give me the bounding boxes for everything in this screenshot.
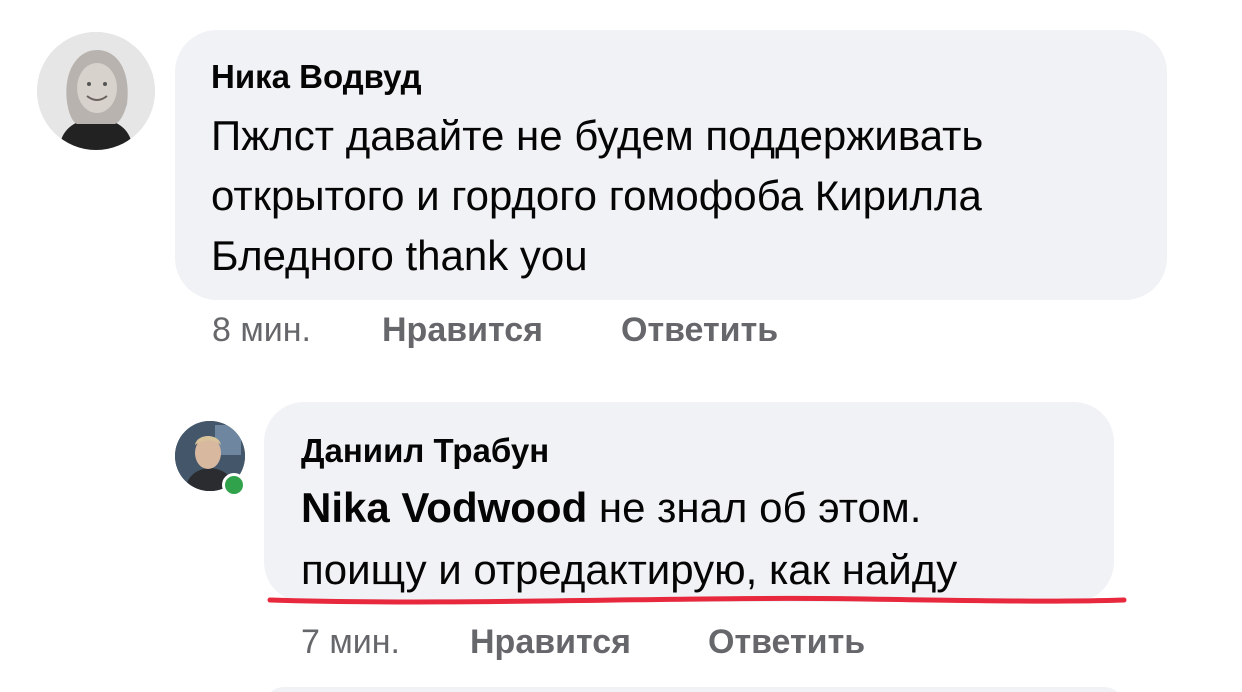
comment-text-line: Nika Vodwood не знал об этом.: [301, 484, 921, 532]
comment-text-line: открытого и гордого гомофоба Кирилла: [211, 172, 982, 219]
red-underline-annotation: [267, 595, 1127, 605]
comment-author[interactable]: Ника Водвуд: [211, 58, 422, 96]
like-button[interactable]: Нравится: [470, 623, 631, 662]
avatar[interactable]: [37, 32, 155, 150]
comment-thread: Ника Водвуд Пжлст давайте не будем подде…: [0, 0, 1242, 692]
comment-text-line: поищу и отредактирую, как найду: [301, 546, 958, 593]
online-status-dot: [222, 473, 246, 497]
comment-text: не знал об этом.: [587, 484, 922, 531]
avatar-photo-icon: [37, 32, 155, 150]
comment-timestamp[interactable]: 8 мин.: [212, 311, 311, 350]
comment-text-line: Бледного thank you: [211, 232, 588, 279]
comment-text-line: Пжлст давайте не будем поддерживать: [211, 112, 984, 159]
next-comment-bubble-edge: [264, 687, 1124, 692]
like-button[interactable]: Нравится: [382, 311, 543, 350]
reply-button[interactable]: Ответить: [708, 623, 865, 662]
comment-timestamp[interactable]: 7 мин.: [301, 623, 400, 662]
reply-button[interactable]: Ответить: [621, 311, 778, 350]
mention-link[interactable]: Nika Vodwood: [301, 484, 587, 531]
comment-author[interactable]: Даниил Трабун: [301, 432, 549, 470]
